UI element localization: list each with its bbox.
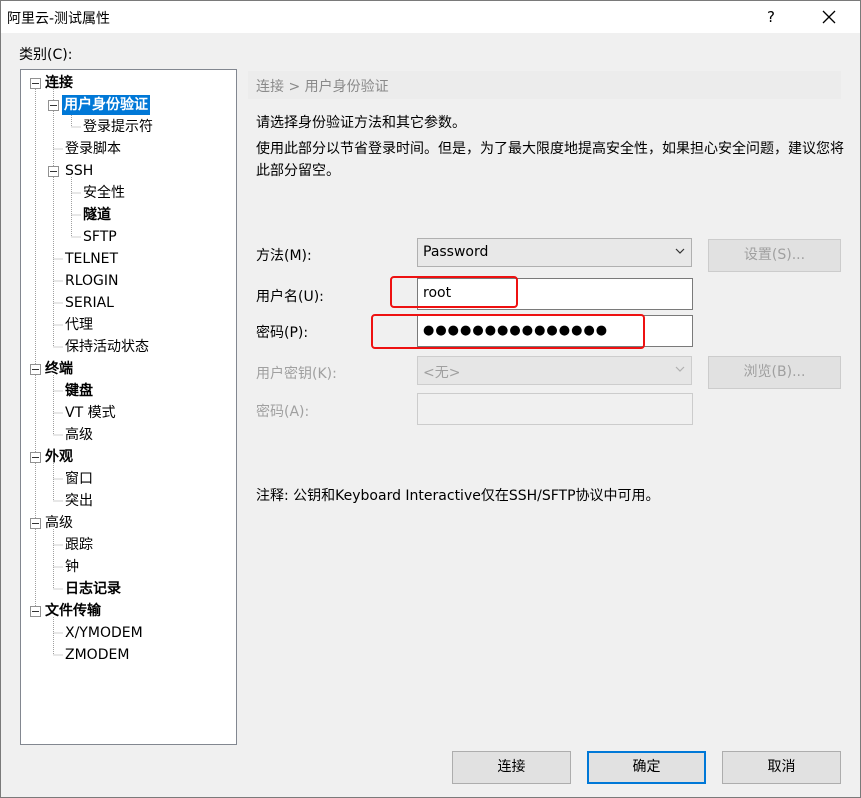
tree-item-security[interactable]: 安全性 — [83, 183, 125, 203]
close-button[interactable] — [813, 3, 845, 31]
tree-item-bell[interactable]: 钟 — [65, 557, 79, 577]
tree-item-file-transfer[interactable]: 文件传输 — [45, 601, 101, 621]
expander-advanced[interactable] — [30, 518, 41, 529]
tree-item-terminal-advanced[interactable]: 高级 — [65, 425, 93, 445]
tree-item-trace[interactable]: 跟踪 — [65, 535, 93, 555]
browse-button[interactable]: 浏览(B)... — [708, 356, 841, 389]
category-tree[interactable]: 连接 用户身份验证 登录提示符 登录脚本 SSH 安全性 隧道 SFTP TEL… — [20, 69, 237, 745]
chevron-down-icon — [675, 248, 685, 254]
tree-item-rlogin[interactable]: RLOGIN — [65, 271, 119, 291]
tree-item-vt-mode[interactable]: VT 模式 — [65, 403, 116, 423]
password-input[interactable]: ●●●●●●●●●●●●●●● — [417, 315, 693, 347]
tree-item-serial[interactable]: SERIAL — [65, 293, 114, 313]
tree-item-proxy[interactable]: 代理 — [65, 315, 93, 335]
passphrase-input[interactable] — [417, 393, 693, 425]
tree-item-xymodem[interactable]: X/YMODEM — [65, 623, 143, 643]
method-select[interactable]: Password — [417, 238, 692, 267]
username-label: 用户名(U): — [256, 289, 324, 305]
method-value: Password — [423, 244, 489, 260]
tree-item-highlight[interactable]: 突出 — [65, 491, 93, 511]
tree-item-appearance[interactable]: 外观 — [45, 447, 73, 467]
userkey-value: <无> — [423, 365, 461, 381]
expander-file-transfer[interactable] — [30, 606, 41, 617]
userkey-label: 用户密钥(K): — [256, 366, 337, 382]
title-bar: 阿里云-测试属性 ? — [1, 1, 860, 33]
description-primary: 请选择身份验证方法和其它参数。 — [256, 115, 466, 131]
settings-button[interactable]: 设置(S)... — [708, 239, 841, 272]
tree-item-terminal[interactable]: 终端 — [45, 359, 73, 379]
tree-item-keep-alive[interactable]: 保持活动状态 — [65, 337, 149, 357]
expander-user-auth[interactable] — [48, 100, 59, 111]
tree-item-window[interactable]: 窗口 — [65, 469, 93, 489]
description-secondary: 使用此部分以节省登录时间。但是，为了最大限度地提高安全性，如果担心安全问题，建议… — [256, 141, 844, 179]
tree-item-login-prompt[interactable]: 登录提示符 — [83, 117, 153, 137]
expander-connection[interactable] — [30, 78, 41, 89]
category-label: 类别(C): — [19, 47, 73, 63]
tree-item-advanced[interactable]: 高级 — [45, 513, 73, 533]
tree-item-user-auth[interactable]: 用户身份验证 — [62, 95, 150, 115]
breadcrumb: 连接 > 用户身份验证 — [256, 79, 389, 95]
method-label: 方法(M): — [256, 248, 312, 264]
note-text: 注释: 公钥和Keyboard Interactive仅在SSH/SFTP协议中… — [256, 488, 660, 504]
username-value: root — [423, 285, 452, 301]
window-title: 阿里云-测试属性 — [7, 11, 111, 27]
tree-item-ssh[interactable]: SSH — [65, 161, 93, 181]
password-label: 密码(P): — [256, 325, 309, 341]
expander-ssh[interactable] — [48, 166, 59, 177]
expander-appearance[interactable] — [30, 452, 41, 463]
tree-item-zmodem[interactable]: ZMODEM — [65, 645, 129, 665]
help-button[interactable]: ? — [759, 5, 783, 29]
tree-item-login-script[interactable]: 登录脚本 — [65, 139, 121, 159]
section-header: 连接 > 用户身份验证 — [248, 71, 841, 99]
password-value: ●●●●●●●●●●●●●●● — [423, 323, 609, 338]
tree-item-keyboard[interactable]: 键盘 — [65, 381, 93, 401]
connect-button[interactable]: 连接 — [452, 751, 571, 784]
tree-item-tunnel[interactable]: 隧道 — [83, 205, 111, 225]
chevron-down-icon — [675, 366, 685, 372]
tree-item-logging[interactable]: 日志记录 — [65, 579, 121, 599]
ok-button[interactable]: 确定 — [587, 751, 706, 784]
username-input[interactable]: root — [417, 278, 693, 310]
tree-item-sftp[interactable]: SFTP — [83, 227, 117, 247]
expander-terminal[interactable] — [30, 364, 41, 375]
cancel-button[interactable]: 取消 — [722, 751, 841, 784]
close-icon — [822, 10, 836, 24]
passphrase-label: 密码(A): — [256, 404, 310, 420]
tree-item-connection[interactable]: 连接 — [45, 73, 73, 93]
userkey-select[interactable]: <无> — [417, 356, 692, 385]
tree-item-telnet[interactable]: TELNET — [65, 249, 118, 269]
